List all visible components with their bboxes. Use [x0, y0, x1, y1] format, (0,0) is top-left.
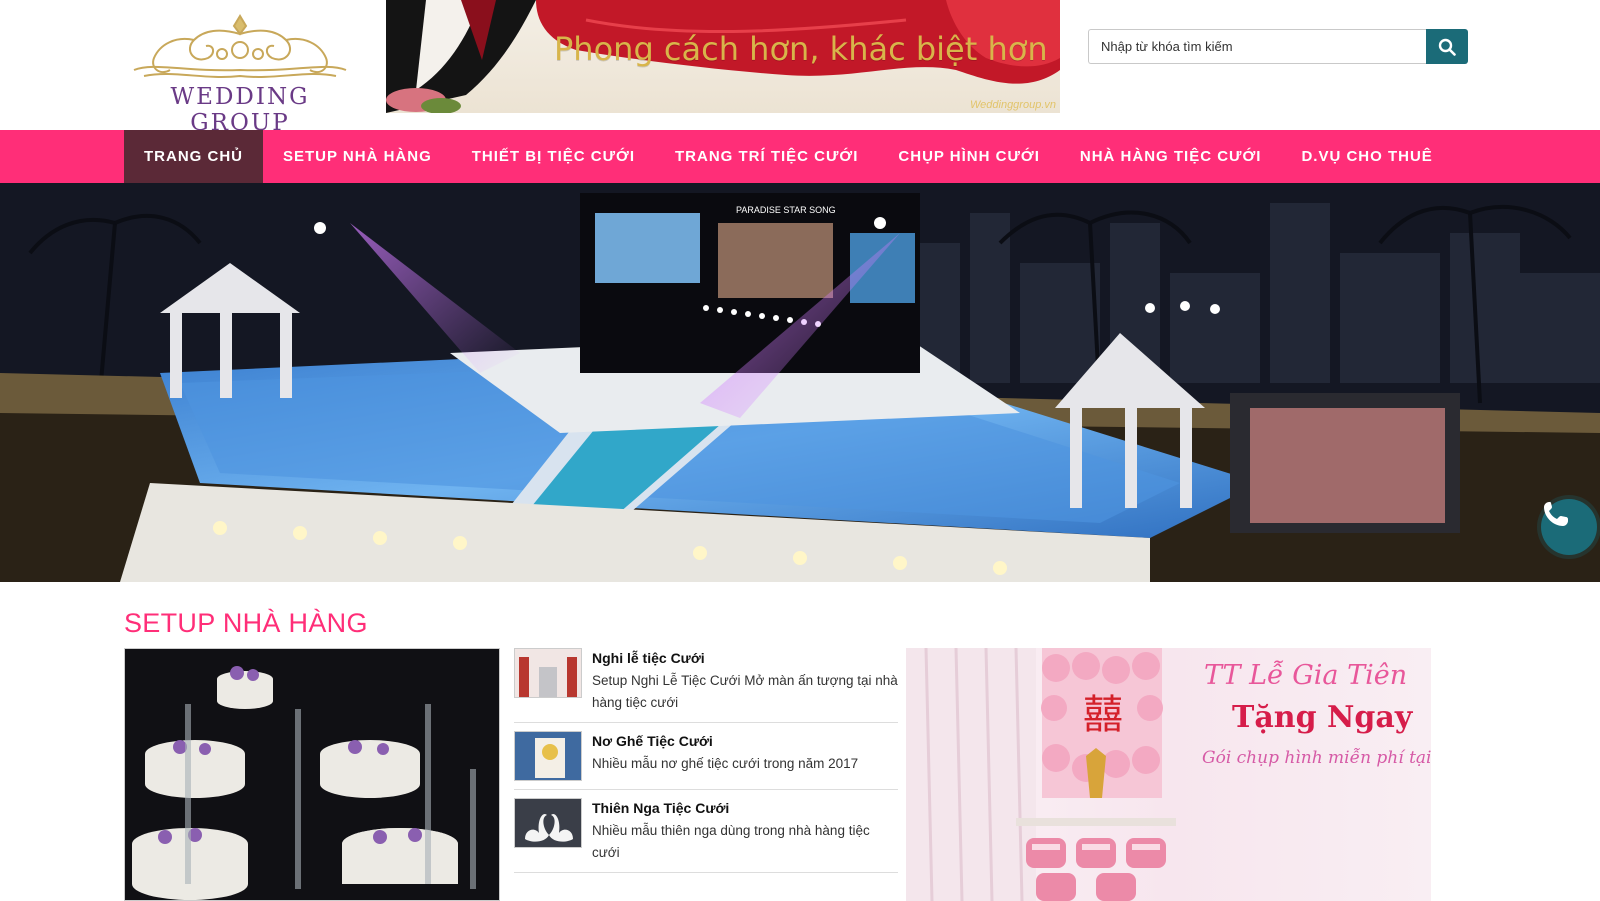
- search-input[interactable]: [1088, 29, 1426, 64]
- nav-item-nha-hang-tiec-cuoi[interactable]: NHÀ HÀNG TIỆC CƯỚI: [1060, 130, 1282, 183]
- list-item[interactable]: Thiên Nga Tiệc Cưới Nhiều mẫu thiên nga …: [514, 798, 898, 873]
- promo-banner[interactable]: 囍 TT Lễ Gia Tiên Tặng Ngay Gói chụp hình…: [906, 648, 1431, 901]
- banner-slogan: Phong cách hơn, khác biệt hơn ...: [554, 30, 1060, 68]
- header-banner[interactable]: Phong cách hơn, khác biệt hơn ... Weddin…: [386, 0, 1060, 113]
- article-description: Nhiều mẫu nơ ghế tiệc cưới trong năm 201…: [592, 756, 859, 771]
- article-thumbnail[interactable]: [514, 648, 582, 698]
- site-logo[interactable]: WEDDING GROUP: [124, 10, 356, 136]
- banner-watermark: Weddinggroup.vn: [969, 99, 1056, 111]
- article-thumbnail[interactable]: [514, 798, 582, 848]
- search-icon: [1438, 38, 1456, 56]
- nav-item-setup-nha-hang[interactable]: SETUP NHÀ HÀNG: [263, 130, 452, 183]
- search-button[interactable]: [1426, 29, 1468, 64]
- article-description: Nhiều mẫu thiên nga dùng trong nhà hàng …: [592, 823, 870, 860]
- nav-item-chup-hinh-cuoi[interactable]: CHỤP HÌNH CƯỚI: [878, 130, 1059, 183]
- promo-symbol: 囍: [1083, 692, 1123, 738]
- nav-item-thiet-bi-tiec-cuoi[interactable]: THIẾT BỊ TIỆC CƯỚI: [452, 130, 655, 183]
- article-thumbnail[interactable]: [514, 731, 582, 781]
- article-title[interactable]: Thiên Nga Tiệc Cưới: [592, 798, 898, 818]
- article-description: Setup Nghi Lễ Tiệc Cưới Mở màn ấn tượng …: [592, 673, 898, 710]
- promo-subtitle: Gói chụp hình miễn phí tại nhà: [1202, 748, 1431, 768]
- main-nav: TRANG CHỦ SETUP NHÀ HÀNG THIẾT BỊ TIỆC C…: [0, 130, 1600, 183]
- nav-item-trang-chu[interactable]: TRANG CHỦ: [124, 130, 263, 183]
- stage-sign: PARADISE STAR SONG: [736, 205, 836, 215]
- nav-item-trang-tri-tiec-cuoi[interactable]: TRANG TRÍ TIỆC CƯỚI: [655, 130, 878, 183]
- article-title[interactable]: Nghi lễ tiệc Cưới: [592, 648, 898, 668]
- section-title[interactable]: SETUP NHÀ HÀNG: [124, 608, 368, 639]
- list-item[interactable]: Nghi lễ tiệc Cưới Setup Nghi Lễ Tiệc Cướ…: [514, 648, 898, 723]
- phone-icon: [1544, 502, 1568, 526]
- hero-stage-image: PARADISE STAR SONG: [0, 183, 1600, 582]
- swan-thumbnail: [515, 799, 581, 847]
- promo-offer: Tặng Ngay: [1232, 700, 1413, 735]
- chair-bow-thumbnail: [515, 732, 581, 780]
- wedding-cake-image: [125, 649, 499, 900]
- hero-slider[interactable]: PARADISE STAR SONG: [0, 183, 1600, 582]
- search-bar: [1088, 29, 1468, 64]
- feature-image[interactable]: [124, 648, 500, 901]
- logo-text: WEDDING GROUP: [170, 84, 310, 136]
- list-item[interactable]: Nơ Ghế Tiệc Cưới Nhiều mẫu nơ ghế tiệc c…: [514, 731, 898, 790]
- article-list: Nghi lễ tiệc Cưới Setup Nghi Lễ Tiệc Cướ…: [514, 648, 898, 881]
- nav-item-dich-vu-cho-thue[interactable]: D.VỤ CHO THUÊ: [1281, 130, 1452, 183]
- ceremony-thumbnail: [515, 649, 581, 697]
- article-title[interactable]: Nơ Ghế Tiệc Cưới: [592, 731, 898, 751]
- promo-title: TT Lễ Gia Tiên: [1204, 660, 1408, 691]
- phone-call-button[interactable]: [1541, 499, 1597, 555]
- site-header: WEDDING GROUP Phong cách hơn, khác biệt …: [0, 0, 1600, 136]
